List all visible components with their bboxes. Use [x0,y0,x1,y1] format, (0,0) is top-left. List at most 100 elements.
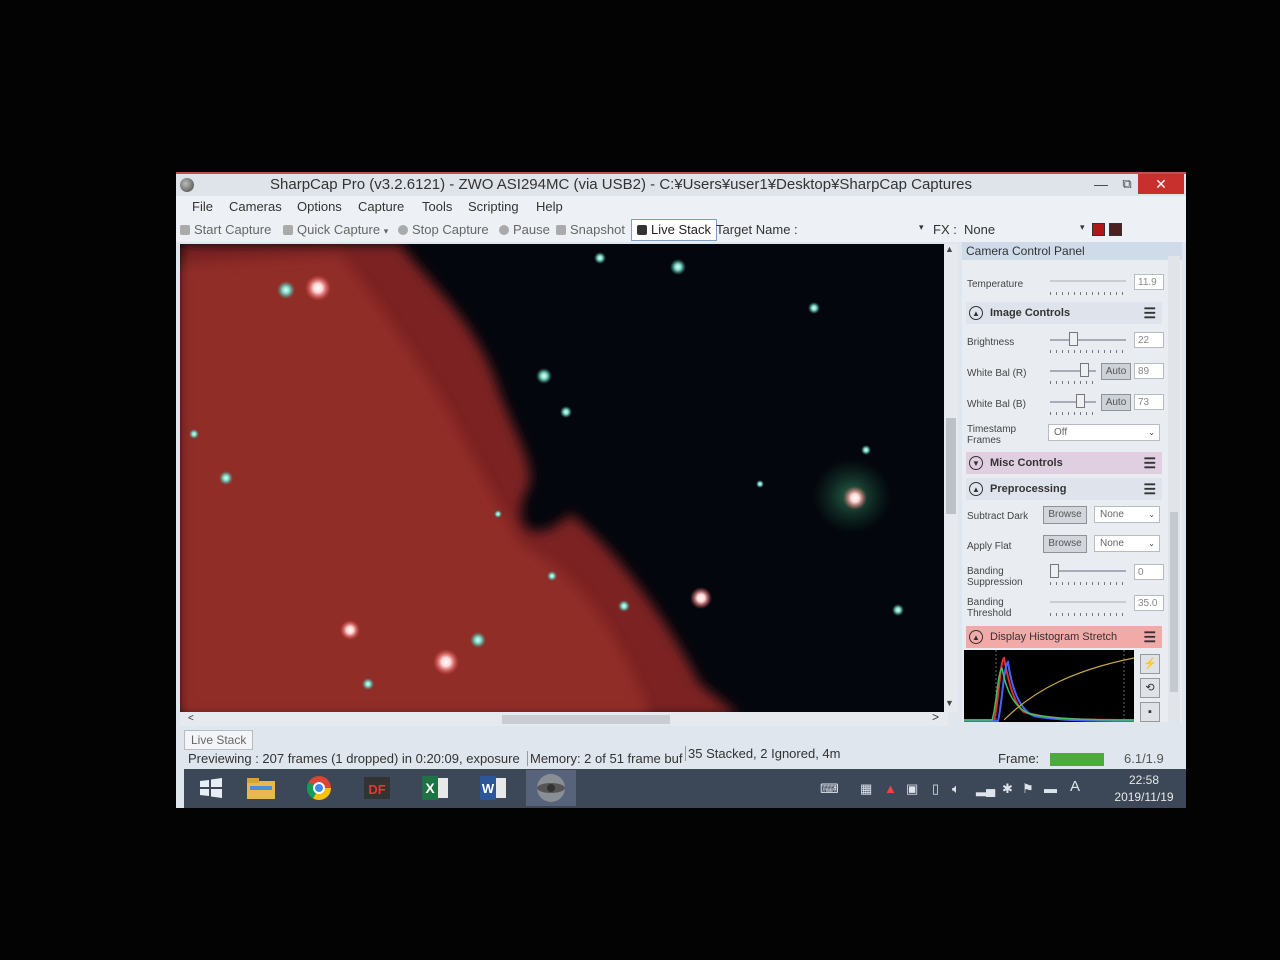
stop-capture-label: Stop Capture [412,222,489,237]
collapse-icon[interactable]: ▲ [969,306,983,320]
live-image-view[interactable] [180,244,944,716]
white-bal-b-value[interactable]: 73 [1134,394,1164,410]
taskbar: DF X W ⌨ ▦ ▲ ▣ ▯ 🔈︎ ▂▄ ✱ ⚑ ▬ A 22:58 201… [184,769,1186,808]
menu-icon[interactable]: ☰ [1143,302,1156,324]
maximize-button[interactable]: ⧉ [1114,176,1140,194]
white-bal-r-value[interactable]: 89 [1134,363,1164,379]
tray-app-icon[interactable]: ▦ [860,781,872,797]
windows-start-icon[interactable] [194,773,228,803]
scroll-down-icon[interactable]: ▼ [945,698,954,708]
excel-icon[interactable]: X [418,773,452,803]
banding-threshold-value: 35.0 [1134,595,1164,611]
banding-suppression-slider[interactable] [1050,564,1059,578]
scroll-left-icon[interactable]: < [188,713,194,724]
snapshot-button[interactable]: Snapshot [556,222,625,237]
image-vertical-scroll-thumb[interactable] [946,418,956,514]
menu-options[interactable]: Options [297,199,342,214]
scroll-up-icon[interactable]: ▲ [945,244,954,254]
white-bal-r-auto-button[interactable]: Auto [1101,363,1131,380]
fx-select[interactable]: None [964,222,995,237]
white-bal-b-ticks [1050,412,1096,415]
word-icon[interactable]: W [476,773,510,803]
menu-capture[interactable]: Capture [358,199,404,214]
ime-indicator[interactable]: A [1070,778,1080,795]
apply-flat-select[interactable]: None ⌄ [1094,535,1160,552]
record-icon [180,225,190,235]
speaker-icon[interactable]: 🔈︎ [952,781,960,797]
menu-scripting[interactable]: Scripting [468,199,519,214]
expand-icon[interactable]: ▼ [969,456,983,470]
clock-date[interactable]: 2019/11/19 [1104,790,1184,804]
menu-icon[interactable]: ☰ [1143,478,1156,500]
preprocessing-header[interactable]: ▲ Preprocessing ☰ [966,478,1162,500]
menu-icon[interactable]: ☰ [1143,452,1156,474]
menu-icon[interactable]: ☰ [1143,626,1156,648]
temperature-track [1050,280,1126,282]
reset-icon[interactable]: ⟲ [1140,678,1160,698]
start-capture-button[interactable]: Start Capture [180,222,271,237]
target-name-dropdown[interactable]: ▾ [919,222,924,233]
collapse-icon[interactable]: ▲ [969,482,983,496]
apply-flat-browse-button[interactable]: Browse [1043,535,1087,553]
histogram-plot[interactable] [964,650,1134,722]
subtract-dark-browse-button[interactable]: Browse [1043,506,1087,524]
frame-label: Frame: [998,751,1040,766]
phone-icon[interactable]: ▯ [932,781,939,797]
image-horizontal-scroll-thumb[interactable] [502,715,670,724]
signal-icon[interactable]: ▂▄ [976,781,995,797]
quick-capture-label: Quick Capture [297,222,381,237]
save-icon[interactable]: ▪ [1140,702,1160,722]
panel-scroll-thumb[interactable] [1170,512,1178,692]
pause-button[interactable]: Pause [499,222,550,237]
network-tray-icon[interactable]: ▣ [906,781,918,797]
auto-stretch-icon[interactable]: ⚡ [1140,654,1160,674]
menu-bar: File Cameras Options Capture Tools Scrip… [176,196,1186,218]
live-stack-tab[interactable]: Live Stack [184,730,254,750]
display-icon[interactable]: ▬ [1044,781,1057,796]
minimize-button[interactable]: — [1088,176,1114,194]
bluetooth-icon[interactable]: ✱ [1002,781,1013,797]
temperature-value: 11.9 [1134,274,1164,290]
file-explorer-icon[interactable] [244,773,278,803]
brightness-value[interactable]: 22 [1134,332,1164,348]
live-stack-button[interactable]: Live Stack [631,219,717,241]
brightness-slider[interactable] [1068,332,1078,346]
fx-chevron-icon[interactable]: ▾ [1080,222,1085,233]
keyboard-icon[interactable]: ⌨ [820,781,839,797]
reticle-icon[interactable] [1109,223,1122,236]
menu-file[interactable]: File [192,199,213,214]
chevron-down-icon: ⌄ [1148,539,1155,548]
menu-tools[interactable]: Tools [422,199,452,214]
acrobat-tray-icon[interactable]: ▲ [884,781,897,796]
brightness-ticks [1050,350,1126,353]
scroll-right-icon[interactable]: > [932,710,939,724]
white-bal-b-slider[interactable] [1075,394,1085,408]
timestamp-select[interactable]: Off ⌄ [1048,424,1160,441]
misc-controls-header[interactable]: ▼ Misc Controls ☰ [966,452,1162,474]
stop-capture-button[interactable]: Stop Capture [398,222,489,237]
histogram-stretch-header[interactable]: ▲ Display Histogram Stretch ☰ [966,626,1162,648]
pdf-app-icon[interactable]: DF [360,773,394,803]
banding-suppression-value[interactable]: 0 [1134,564,1164,580]
chrome-icon[interactable] [302,773,336,803]
image-controls-header[interactable]: ▲ Image Controls ☰ [966,302,1162,324]
close-button[interactable]: ✕ [1138,174,1184,194]
menu-cameras[interactable]: Cameras [229,199,282,214]
highlight-icon[interactable] [1092,223,1105,236]
chevron-down-icon: ⌄ [1148,510,1155,519]
white-bal-r-slider[interactable] [1080,363,1090,377]
live-stack-tab-label: Live Stack [191,733,247,747]
word-letter: W [482,781,495,796]
menu-help[interactable]: Help [536,199,563,214]
flag-icon[interactable]: ⚑ [1022,781,1034,797]
temperature-label: Temperature [967,279,1024,290]
snapshot-label: Snapshot [570,222,625,237]
clock-time[interactable]: 22:58 [1104,773,1184,787]
white-bal-b-auto-button[interactable]: Auto [1101,394,1131,411]
subtract-dark-select[interactable]: None ⌄ [1094,506,1160,523]
timestamp-value: Off [1054,427,1068,438]
quick-capture-button[interactable]: Quick Capture ▾ [283,222,388,237]
timestamp-label: Timestamp Frames [967,424,1016,446]
collapse-icon[interactable]: ▲ [969,630,983,644]
sharpcap-taskbar-icon[interactable] [526,770,576,806]
